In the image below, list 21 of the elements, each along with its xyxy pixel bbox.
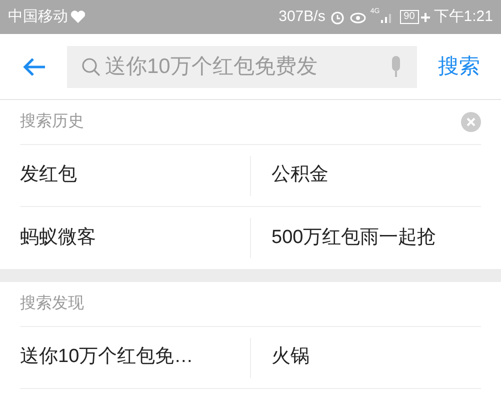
charging-icon <box>420 12 430 22</box>
search-term[interactable]: 蚂蚁微客 <box>20 224 96 252</box>
section-title: 搜索历史 <box>20 112 84 132</box>
network-speed: 307B/s <box>278 6 326 27</box>
search-icon <box>81 56 101 76</box>
carrier-name: 中国移动 <box>8 6 68 27</box>
section-title: 搜索发现 <box>20 294 84 314</box>
heart-icon <box>70 10 86 24</box>
search-term[interactable]: 送你10万个红包免… <box>20 343 194 372</box>
alarm-icon <box>330 10 346 24</box>
search-term[interactable]: 公积金 <box>272 161 328 190</box>
search-term[interactable]: 500万红包雨一起抢 <box>272 224 436 252</box>
search-term[interactable]: 发红包 <box>20 161 77 190</box>
clear-history-icon[interactable] <box>461 112 481 132</box>
microphone-icon[interactable] <box>389 54 403 78</box>
eye-icon <box>350 10 366 24</box>
clock: 下午1:21 <box>434 6 493 27</box>
search-term[interactable]: 火锅 <box>272 343 310 372</box>
battery-indicator: 90 <box>400 10 419 24</box>
back-arrow-icon <box>22 56 46 76</box>
search-field[interactable]: 送你10万个红包免费发 <box>67 46 417 88</box>
